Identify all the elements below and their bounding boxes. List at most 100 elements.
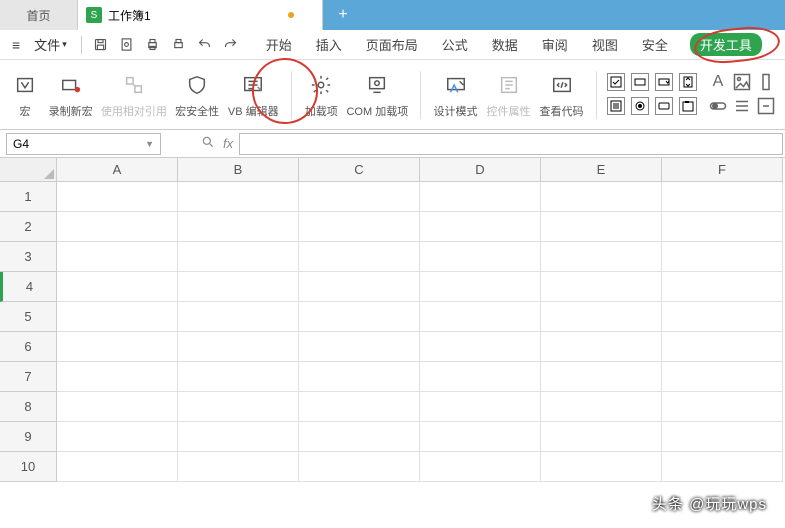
cell[interactable] bbox=[420, 362, 541, 392]
cell[interactable] bbox=[420, 272, 541, 302]
cell[interactable] bbox=[420, 212, 541, 242]
cell[interactable] bbox=[178, 242, 299, 272]
search-fx-icon[interactable] bbox=[201, 135, 215, 152]
cell[interactable] bbox=[178, 362, 299, 392]
cell[interactable] bbox=[541, 302, 662, 332]
cell[interactable] bbox=[420, 302, 541, 332]
cell[interactable] bbox=[662, 212, 783, 242]
vb-editor-button[interactable]: VB 编辑器 bbox=[226, 69, 281, 121]
cell[interactable] bbox=[420, 332, 541, 362]
cell[interactable] bbox=[178, 452, 299, 482]
macro-button[interactable]: 宏 bbox=[8, 69, 42, 121]
row-header[interactable]: 2 bbox=[0, 212, 57, 242]
cell[interactable] bbox=[420, 242, 541, 272]
cell[interactable] bbox=[299, 452, 420, 482]
cell[interactable] bbox=[662, 302, 783, 332]
cell[interactable] bbox=[662, 452, 783, 482]
cell[interactable] bbox=[57, 242, 178, 272]
button-control-icon[interactable] bbox=[655, 97, 673, 115]
cell[interactable] bbox=[541, 212, 662, 242]
cell[interactable] bbox=[541, 392, 662, 422]
cell[interactable] bbox=[178, 392, 299, 422]
groupbox-control-icon[interactable] bbox=[679, 97, 697, 115]
row-header[interactable]: 5 bbox=[0, 302, 57, 332]
cell[interactable] bbox=[541, 332, 662, 362]
cell[interactable] bbox=[299, 182, 420, 212]
cell[interactable] bbox=[299, 422, 420, 452]
cell[interactable] bbox=[420, 182, 541, 212]
cell[interactable] bbox=[178, 272, 299, 302]
cell[interactable] bbox=[541, 422, 662, 452]
menu-tab-1[interactable]: 插入 bbox=[314, 33, 344, 56]
cell[interactable] bbox=[178, 332, 299, 362]
cell[interactable] bbox=[57, 182, 178, 212]
command-control-icon[interactable] bbox=[757, 97, 775, 115]
cell[interactable] bbox=[662, 242, 783, 272]
cell[interactable] bbox=[57, 452, 178, 482]
cell[interactable] bbox=[541, 452, 662, 482]
print-icon[interactable] bbox=[142, 34, 164, 56]
label-control-icon[interactable]: A bbox=[709, 73, 727, 91]
fx-label[interactable]: fx bbox=[223, 136, 233, 151]
listbox-control-icon[interactable] bbox=[607, 97, 625, 115]
relative-ref-button[interactable]: 使用相对引用 bbox=[99, 69, 169, 121]
checkbox-control-icon[interactable] bbox=[607, 73, 625, 91]
row-header[interactable]: 6 bbox=[0, 332, 57, 362]
cell[interactable] bbox=[662, 422, 783, 452]
menu-tab-8[interactable]: 开发工具 bbox=[690, 33, 762, 56]
cell[interactable] bbox=[541, 272, 662, 302]
print-direct-icon[interactable] bbox=[168, 34, 190, 56]
cell[interactable] bbox=[299, 332, 420, 362]
row-header[interactable]: 10 bbox=[0, 452, 57, 482]
column-header[interactable]: E bbox=[541, 158, 662, 182]
cell[interactable] bbox=[299, 272, 420, 302]
cell[interactable] bbox=[57, 332, 178, 362]
image-control-icon[interactable] bbox=[733, 73, 751, 91]
more-controls-icon[interactable] bbox=[733, 97, 751, 115]
addins-button[interactable]: 加载项 bbox=[302, 69, 341, 121]
cell[interactable] bbox=[57, 212, 178, 242]
cell[interactable] bbox=[178, 212, 299, 242]
menu-tab-4[interactable]: 数据 bbox=[490, 33, 520, 56]
record-macro-button[interactable]: 录制新宏 bbox=[46, 69, 95, 121]
cell[interactable] bbox=[662, 392, 783, 422]
menu-tab-3[interactable]: 公式 bbox=[440, 33, 470, 56]
scrollbar-control-icon[interactable] bbox=[757, 73, 775, 91]
cell[interactable] bbox=[178, 182, 299, 212]
row-header[interactable]: 9 bbox=[0, 422, 57, 452]
menu-tab-6[interactable]: 视图 bbox=[590, 33, 620, 56]
cell[interactable] bbox=[420, 452, 541, 482]
hamburger-icon[interactable]: ≡ bbox=[8, 37, 24, 53]
cell[interactable] bbox=[299, 302, 420, 332]
menu-tab-7[interactable]: 安全 bbox=[640, 33, 670, 56]
formula-input[interactable] bbox=[239, 133, 783, 155]
cell[interactable] bbox=[662, 272, 783, 302]
control-props-button[interactable]: 控件属性 bbox=[484, 69, 533, 121]
row-header[interactable]: 7 bbox=[0, 362, 57, 392]
cell[interactable] bbox=[299, 362, 420, 392]
column-header[interactable]: C bbox=[299, 158, 420, 182]
select-all-corner[interactable] bbox=[0, 158, 57, 182]
column-header[interactable]: F bbox=[662, 158, 783, 182]
document-tab[interactable]: S 工作簿1 bbox=[78, 0, 323, 30]
cell[interactable] bbox=[541, 182, 662, 212]
file-menu[interactable]: 文件 ▾ bbox=[28, 35, 73, 54]
cell[interactable] bbox=[57, 422, 178, 452]
name-box[interactable]: G4 ▼ bbox=[6, 133, 161, 155]
radio-control-icon[interactable] bbox=[631, 97, 649, 115]
combobox-control-icon[interactable] bbox=[655, 73, 673, 91]
row-header[interactable]: 4 bbox=[0, 272, 57, 302]
redo-icon[interactable] bbox=[220, 34, 242, 56]
column-header[interactable]: A bbox=[57, 158, 178, 182]
cell[interactable] bbox=[662, 332, 783, 362]
cell[interactable] bbox=[541, 362, 662, 392]
cell[interactable] bbox=[57, 392, 178, 422]
macro-security-button[interactable]: 宏安全性 bbox=[173, 69, 222, 121]
print-preview-icon[interactable] bbox=[116, 34, 138, 56]
cells-area[interactable] bbox=[57, 182, 783, 482]
home-tab[interactable]: 首页 bbox=[0, 0, 78, 30]
new-tab-button[interactable]: + bbox=[323, 0, 363, 30]
undo-icon[interactable] bbox=[194, 34, 216, 56]
column-header[interactable]: D bbox=[420, 158, 541, 182]
menu-tab-2[interactable]: 页面布局 bbox=[364, 33, 420, 56]
